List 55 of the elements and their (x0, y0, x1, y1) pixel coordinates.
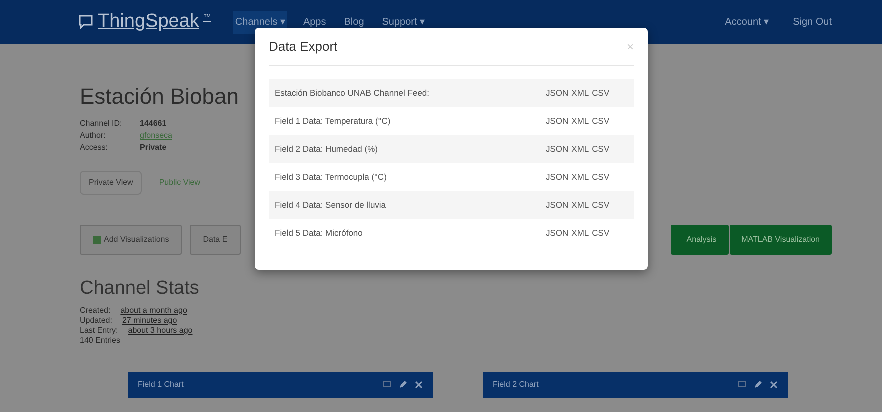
detail-value: Private (140, 142, 167, 154)
format-link[interactable]: XML (572, 198, 590, 212)
export-label: Field 1 Data: Temperatura (°C) (275, 114, 391, 128)
toolbar-button[interactable]: Add Visualizations (80, 225, 182, 256)
detail-value: 144661 (140, 118, 167, 130)
stat-label: Last Entry: (80, 326, 118, 336)
edit-icon[interactable] (754, 380, 762, 389)
toolbar-button[interactable]: MATLAB Visualization (730, 225, 832, 256)
format-link[interactable]: JSON (546, 226, 569, 240)
detail-label: Access: (80, 142, 108, 154)
export-label: Field 4 Data: Sensor de lluvia (275, 198, 386, 212)
format-link[interactable]: JSON (546, 142, 569, 156)
channel-title: Estación Bioban (80, 84, 239, 110)
export-label: Field 3 Data: Termocupla (°C) (275, 170, 387, 184)
stat-value: about a month ago (120, 306, 188, 316)
export-label: Field 5 Data: Micrófono (275, 226, 363, 240)
brand-logo[interactable]: ThingSpeak $^{™}$ (78, 8, 212, 36)
close-icon[interactable] (415, 380, 423, 389)
format-link[interactable]: JSON (546, 170, 569, 184)
format-link[interactable]: CSV (592, 142, 610, 156)
toolbar-button[interactable]: Analysis (670, 225, 729, 256)
edit-icon[interactable] (399, 380, 407, 389)
section-heading: Channel Stats (80, 277, 200, 302)
export-label: Field 2 Data: Humedad (%) (275, 142, 378, 156)
format-link[interactable]: JSON (546, 114, 569, 128)
chart-title: Field 2 Chart (493, 378, 539, 391)
toolbar-button[interactable]: Data E (190, 225, 241, 256)
chart-icon (93, 236, 101, 244)
format-link[interactable]: CSV (592, 170, 610, 184)
format-link[interactable]: XML (572, 86, 590, 100)
stat-value: about 3 hours ago (128, 326, 193, 336)
stat-label: Updated: (80, 316, 112, 326)
format-link[interactable]: CSV (592, 226, 610, 240)
export-label: Estación Biobanco UNAB Channel Feed: (275, 86, 430, 100)
nav-link[interactable]: Account ▾ (723, 10, 772, 34)
chat-bubble-icon (78, 14, 94, 30)
detail-label: Author: (80, 130, 106, 142)
stat-label: Created: (80, 306, 111, 316)
stat-value: 27 minutes ago (122, 316, 178, 326)
nav-link[interactable]: Sign Out (791, 10, 834, 34)
dialog-title: Data Export (269, 38, 338, 56)
chart-title: Field 1 Chart (138, 378, 184, 391)
format-link[interactable]: CSV (592, 198, 610, 212)
close-icon[interactable] (770, 380, 778, 389)
format-link[interactable]: JSON (546, 198, 569, 212)
format-link[interactable]: JSON (546, 86, 569, 100)
format-link[interactable]: XML (572, 226, 590, 240)
format-link[interactable]: CSV (592, 86, 610, 100)
format-link[interactable]: XML (572, 142, 590, 156)
format-link[interactable]: CSV (592, 114, 610, 128)
format-link[interactable]: XML (572, 170, 590, 184)
entries-count: 140 Entries (80, 336, 122, 346)
view-tab[interactable]: Private View (80, 171, 142, 196)
format-link[interactable]: XML (572, 114, 590, 128)
detail-label: Channel ID: (80, 118, 122, 130)
